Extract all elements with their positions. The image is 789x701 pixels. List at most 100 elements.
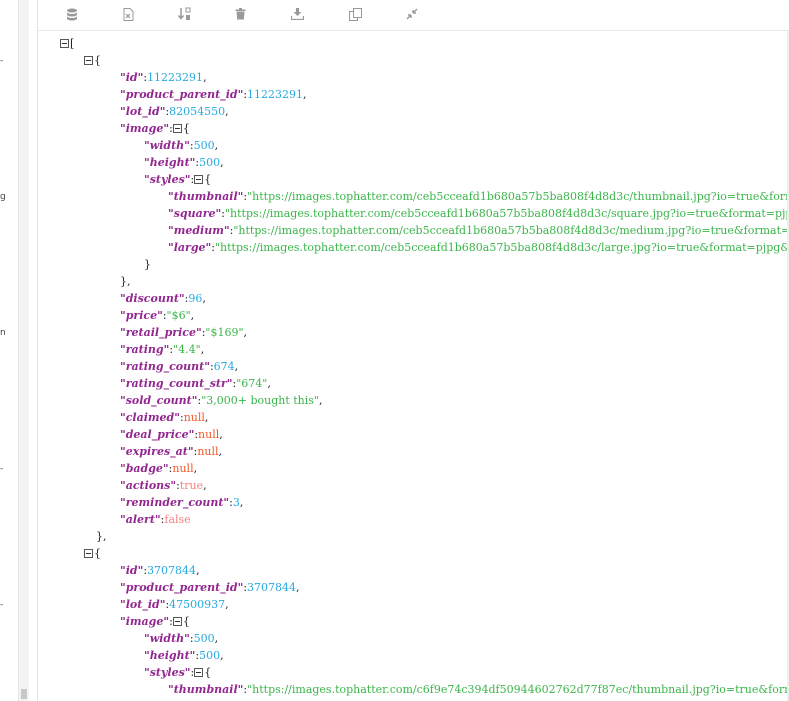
collapse-toggle-icon[interactable] bbox=[60, 39, 69, 48]
json-line: { bbox=[84, 545, 101, 562]
json-key: "thumbnail" bbox=[168, 190, 244, 203]
json-key: "rating_count" bbox=[120, 360, 210, 373]
json-punctuation: { bbox=[204, 666, 212, 679]
json-line: "square":"https://images.tophatter.com/c… bbox=[168, 205, 789, 222]
json-number: 500 bbox=[193, 632, 215, 645]
json-punctuation: { bbox=[204, 173, 212, 186]
collapse-toggle-icon[interactable] bbox=[172, 617, 182, 626]
json-number: 500 bbox=[199, 649, 221, 662]
json-number: 3707844 bbox=[247, 581, 297, 594]
compress-icon[interactable] bbox=[404, 6, 420, 22]
json-string: "https://images.tophatter.com/ceb5cceafd… bbox=[214, 241, 789, 254]
json-line: "image":{ bbox=[120, 613, 190, 630]
json-punctuation: , bbox=[234, 360, 239, 373]
json-number: 11223291 bbox=[247, 88, 304, 101]
json-number: 500 bbox=[193, 139, 215, 152]
json-string: "https://images.tophatter.com/c6f9e74c39… bbox=[247, 683, 789, 696]
gutter-mark: - bbox=[0, 56, 4, 66]
gutter-scrollbar[interactable] bbox=[18, 0, 29, 701]
gutter-mark: - bbox=[0, 464, 4, 474]
json-line: "width":500, bbox=[144, 137, 218, 154]
json-punctuation: , bbox=[239, 496, 244, 509]
json-key: "square" bbox=[168, 207, 222, 220]
json-punctuation: , bbox=[190, 309, 195, 322]
json-string: "$6" bbox=[166, 309, 191, 322]
json-line: "claimed":null, bbox=[120, 409, 208, 426]
gutter-scrollbar-thumb[interactable] bbox=[21, 689, 27, 699]
collapse-toggle-icon[interactable] bbox=[172, 124, 182, 133]
json-key: "deal_price" bbox=[120, 428, 195, 441]
gutter-mark: - bbox=[0, 600, 4, 610]
json-punctuation: , bbox=[243, 326, 248, 339]
copy-icon[interactable] bbox=[347, 6, 363, 22]
json-line: "height":500, bbox=[144, 154, 224, 171]
json-punctuation: , bbox=[214, 632, 219, 645]
json-number: 11223291 bbox=[147, 71, 204, 84]
json-punctuation: , bbox=[203, 71, 207, 84]
collapse-toggle-icon[interactable] bbox=[194, 668, 204, 677]
json-key: "medium" bbox=[168, 224, 230, 237]
database-icon[interactable] bbox=[64, 6, 80, 22]
sort-icon[interactable] bbox=[176, 6, 192, 22]
collapse-toggle-icon[interactable] bbox=[84, 56, 93, 65]
json-line: "medium":"https://images.tophatter.com/c… bbox=[168, 222, 789, 239]
json-number: 500 bbox=[199, 156, 221, 169]
json-punctuation: , bbox=[220, 649, 224, 662]
json-key: "sold_count" bbox=[120, 394, 198, 407]
json-punctuation: , bbox=[203, 479, 207, 492]
json-line: "rating":"4.4", bbox=[120, 341, 204, 358]
json-line: "discount":96, bbox=[120, 290, 206, 307]
json-punctuation: , bbox=[202, 292, 206, 305]
json-punctuation: , bbox=[225, 598, 229, 611]
json-key: "alert" bbox=[120, 513, 161, 526]
json-key: "thumbnail" bbox=[168, 683, 244, 696]
json-line: "rating_count_str":"674", bbox=[120, 375, 271, 392]
gutter-mark: g bbox=[0, 192, 6, 202]
json-key: "lot_id" bbox=[120, 598, 166, 611]
json-key: "width" bbox=[144, 139, 190, 152]
json-key: "lot_id" bbox=[120, 105, 166, 118]
json-key: "id" bbox=[120, 564, 144, 577]
json-punctuation: , bbox=[200, 343, 205, 356]
json-string: "674" bbox=[236, 377, 268, 390]
gutter-mark: n bbox=[0, 328, 6, 338]
json-key: "image" bbox=[120, 122, 170, 135]
json-number: 3 bbox=[232, 496, 240, 509]
json-key: "id" bbox=[120, 71, 144, 84]
json-string: "https://images.tophatter.com/ceb5cceafd… bbox=[224, 207, 789, 220]
json-key: "product_parent_id" bbox=[120, 88, 244, 101]
json-line: "badge":null, bbox=[120, 460, 197, 477]
json-key: "height" bbox=[144, 649, 196, 662]
json-key: "rating_count_str" bbox=[120, 377, 233, 390]
json-line: { bbox=[84, 52, 101, 69]
json-key: "badge" bbox=[120, 462, 169, 475]
download-icon[interactable] bbox=[289, 6, 305, 22]
json-string: "3,000+ bought this" bbox=[201, 394, 319, 407]
json-line: "price":"$6", bbox=[120, 307, 194, 324]
json-viewer[interactable]: [{"id":11223291, "product_parent_id":1122… bbox=[38, 31, 789, 701]
trash-icon[interactable] bbox=[232, 6, 248, 22]
json-line: [ bbox=[60, 35, 74, 52]
json-key: "height" bbox=[144, 156, 196, 169]
json-key: "reminder_count" bbox=[120, 496, 230, 509]
json-line: }, bbox=[96, 528, 107, 545]
json-key: "expires_at" bbox=[120, 445, 194, 458]
json-null: null bbox=[172, 462, 194, 475]
json-punctuation: , bbox=[303, 88, 307, 101]
json-key: "width" bbox=[144, 632, 190, 645]
excel-icon[interactable] bbox=[120, 6, 136, 22]
json-key: "large" bbox=[168, 241, 212, 254]
json-punctuation: { bbox=[182, 122, 190, 135]
json-null: null bbox=[183, 411, 205, 424]
collapse-toggle-icon[interactable] bbox=[84, 549, 93, 558]
json-line: "height":500, bbox=[144, 647, 224, 664]
json-punctuation: }, bbox=[96, 530, 107, 543]
json-key: "discount" bbox=[120, 292, 185, 305]
json-line: }, bbox=[120, 273, 131, 290]
json-line: "image":{ bbox=[120, 120, 190, 137]
collapse-toggle-icon[interactable] bbox=[194, 175, 204, 184]
json-punctuation: }, bbox=[120, 275, 131, 288]
json-line: "thumbnail":"https://images.tophatter.co… bbox=[168, 681, 789, 698]
json-line: "thumbnail":"https://images.tophatter.co… bbox=[168, 188, 789, 205]
json-number: 3707844 bbox=[147, 564, 197, 577]
